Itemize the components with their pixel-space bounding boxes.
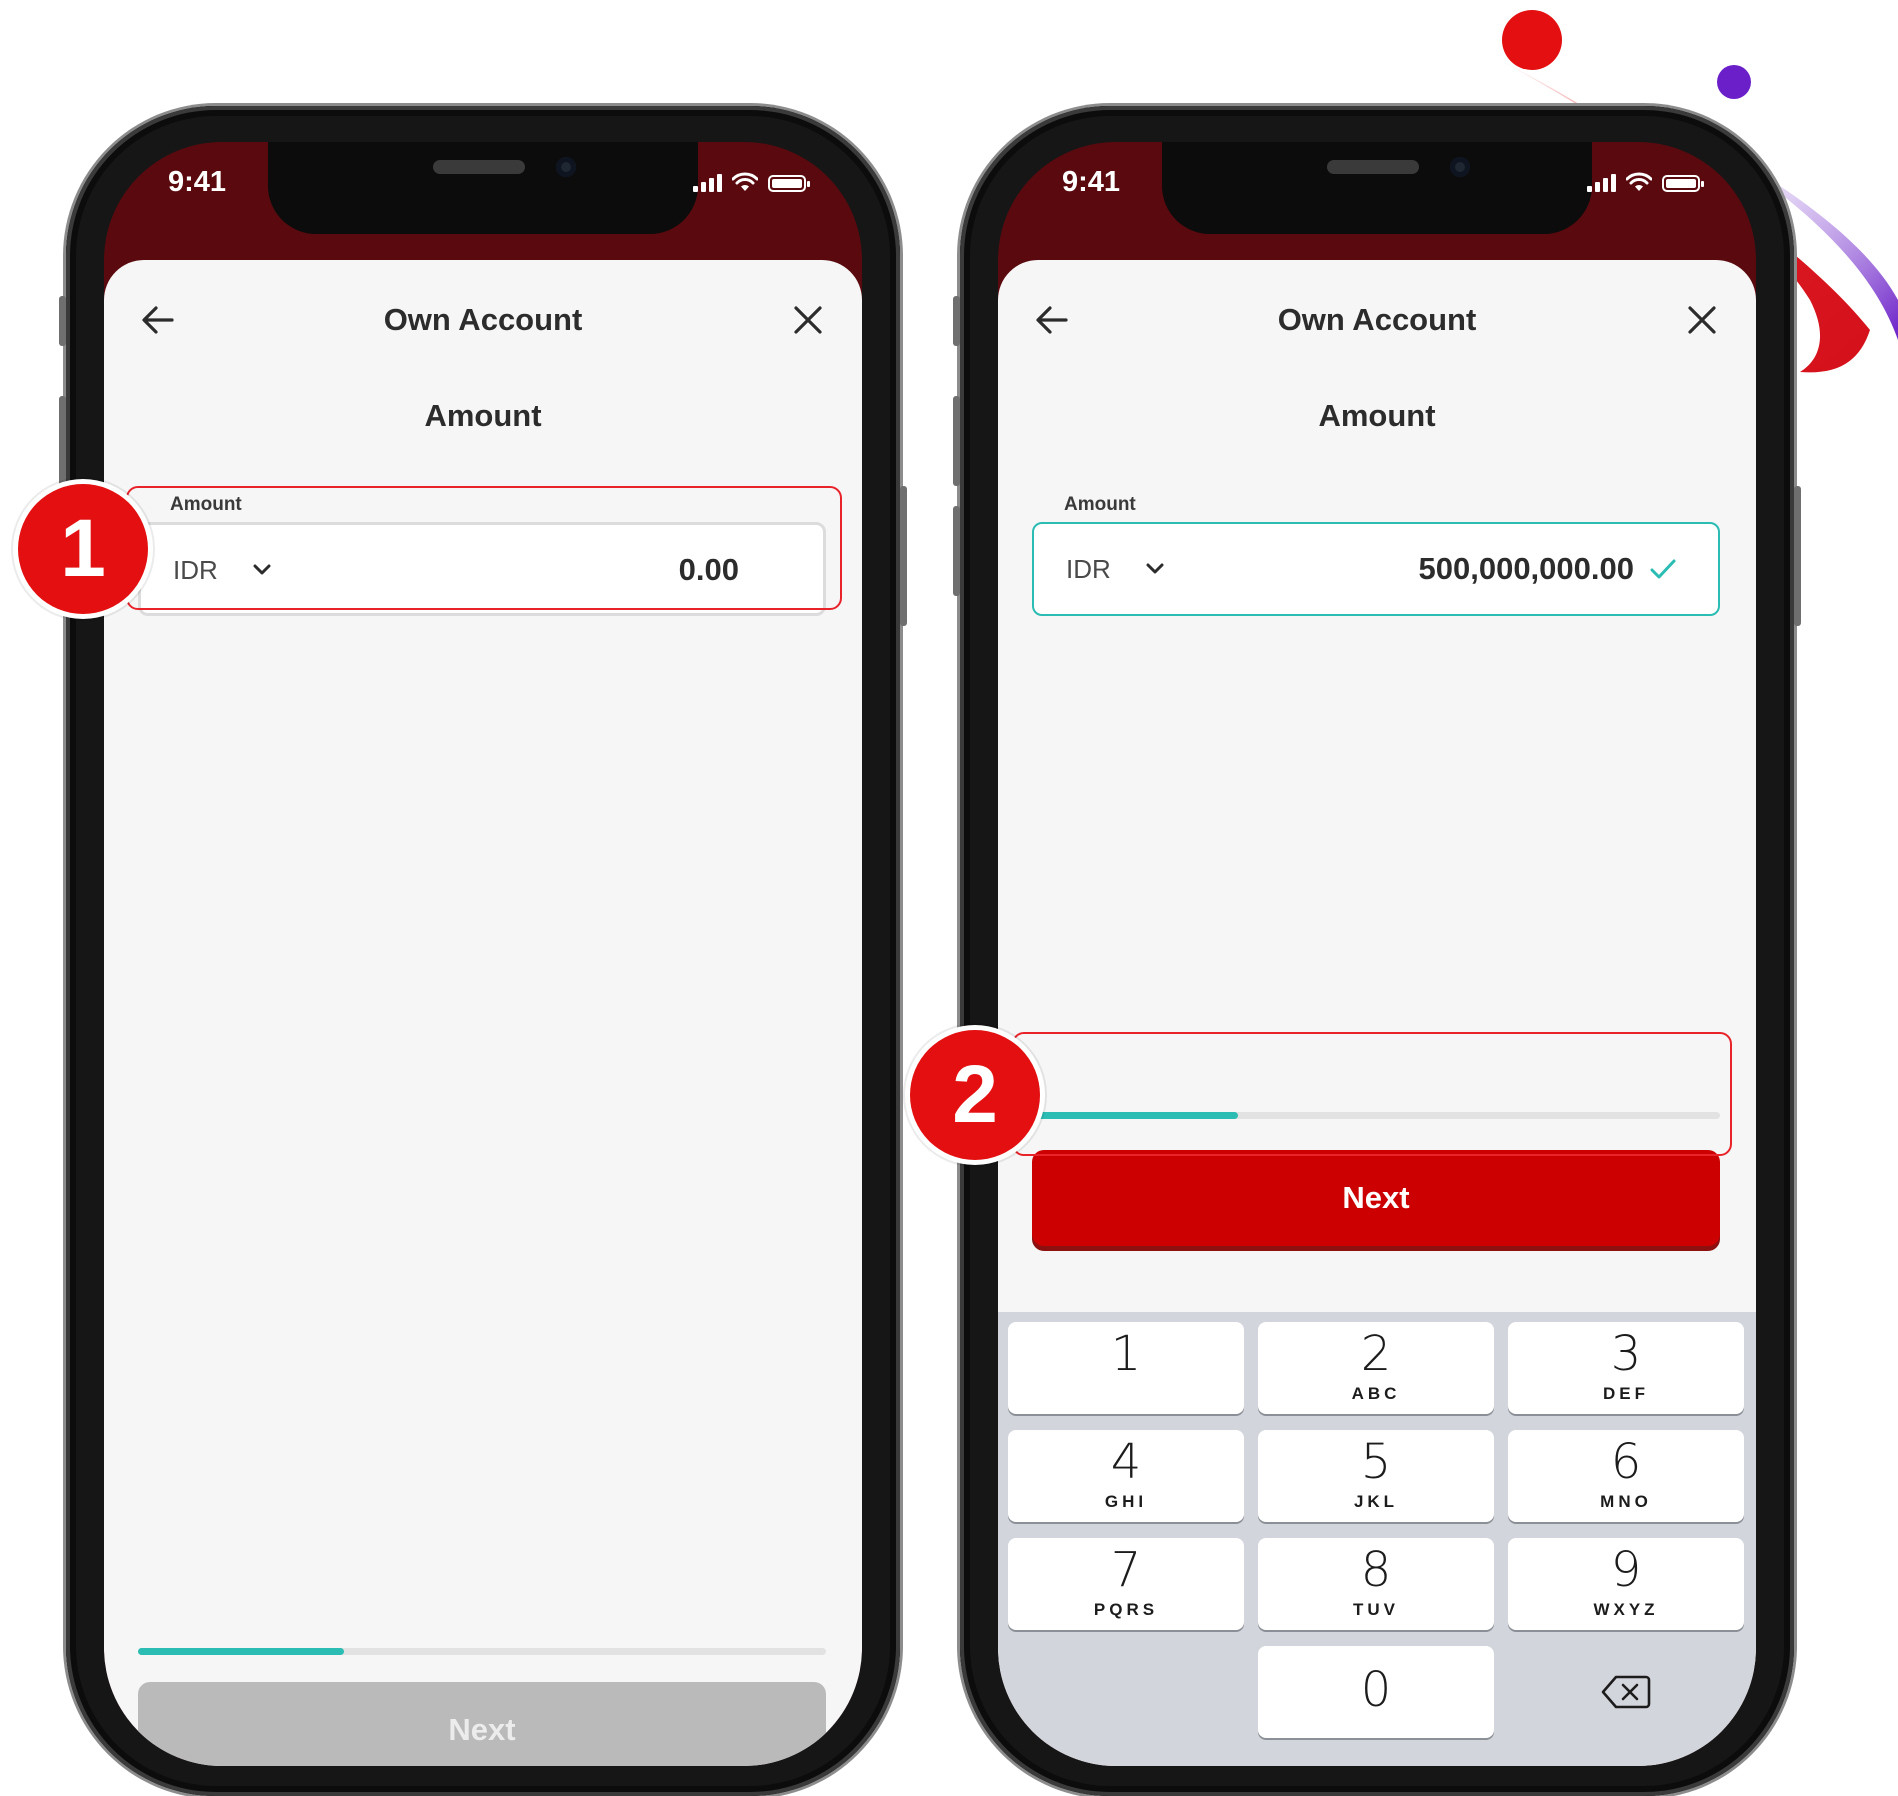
volume-up-button (953, 396, 960, 486)
key-4[interactable]: 4 GHI (1008, 1430, 1244, 1522)
numeric-keypad: 1 2 ABC 3 DEF 4 GHI 5 JKL 6 MNO 7 PQRS 8… (998, 1312, 1756, 1766)
amount-input[interactable]: IDR 500,000,000.00 (1032, 522, 1720, 616)
currency-select[interactable]: IDR (1066, 554, 1111, 585)
left-screen: 9:41 Own Account Amount Amount IDR 0.00 … (104, 142, 862, 1766)
notch (268, 142, 698, 234)
notch (1162, 142, 1592, 234)
volume-down-button (953, 506, 960, 596)
amount-sheet: Own Account Amount Amount IDR 500,000,00… (998, 260, 1756, 1766)
left-phone-frame: 9:41 Own Account Amount Amount IDR 0.00 … (59, 106, 907, 1796)
check-icon (1650, 559, 1676, 579)
step-1-highlight (126, 486, 842, 610)
right-phone-frame: 9:41 Own Account Amount Amount IDR 500,0… (953, 106, 1801, 1796)
key-7[interactable]: 7 PQRS (1008, 1538, 1244, 1630)
page-title: Own Account (1277, 302, 1477, 337)
mute-switch (953, 296, 960, 346)
step-badge-1: 1 (18, 484, 148, 614)
key-2[interactable]: 2 ABC (1258, 1322, 1494, 1414)
key-3[interactable]: 3 DEF (1508, 1322, 1744, 1414)
signal-icon (1587, 174, 1616, 192)
signal-icon (693, 174, 722, 192)
page-title: Own Account (383, 302, 583, 337)
section-title: Amount (424, 398, 542, 433)
battery-icon (1662, 175, 1704, 192)
step-badge-2: 2 (910, 1030, 1040, 1160)
power-button (1794, 486, 1801, 626)
wifi-icon (732, 172, 758, 191)
battery-icon (768, 175, 810, 192)
camera-icon (1450, 157, 1470, 177)
top-bar: Own Account (998, 300, 1756, 340)
status-time: 9:41 (1062, 166, 1121, 198)
close-icon[interactable] (788, 300, 828, 340)
key-6[interactable]: 6 MNO (1508, 1430, 1744, 1522)
amount-value: 500,000,000.00 (1418, 551, 1635, 586)
right-screen: 9:41 Own Account Amount Amount IDR 500,0… (998, 142, 1756, 1766)
step-2-highlight (1012, 1032, 1732, 1156)
next-button[interactable]: Next (138, 1682, 826, 1766)
wifi-icon (1626, 172, 1652, 191)
next-button[interactable]: Next (1032, 1150, 1720, 1246)
step-progress-fill (138, 1648, 345, 1655)
key-0[interactable]: 0 (1258, 1646, 1494, 1738)
backspace-icon[interactable] (1601, 1674, 1651, 1710)
status-icons (1587, 172, 1704, 192)
section-title: Amount (1318, 398, 1436, 433)
close-icon[interactable] (1682, 300, 1722, 340)
amount-field-label: Amount (1064, 494, 1136, 515)
chevron-down-icon[interactable] (1142, 556, 1168, 582)
key-8[interactable]: 8 TUV (1258, 1538, 1494, 1630)
key-9[interactable]: 9 WXYZ (1508, 1538, 1744, 1630)
key-5[interactable]: 5 JKL (1258, 1430, 1494, 1522)
top-bar: Own Account (104, 300, 862, 340)
speaker (433, 160, 525, 174)
camera-icon (556, 157, 576, 177)
volume-up-button (59, 396, 66, 486)
status-icons (693, 172, 810, 192)
mute-switch (59, 296, 66, 346)
status-time: 9:41 (168, 166, 227, 198)
step-progress-bar (138, 1648, 826, 1655)
power-button (900, 486, 907, 626)
speaker (1327, 160, 1419, 174)
key-1[interactable]: 1 (1008, 1322, 1244, 1414)
